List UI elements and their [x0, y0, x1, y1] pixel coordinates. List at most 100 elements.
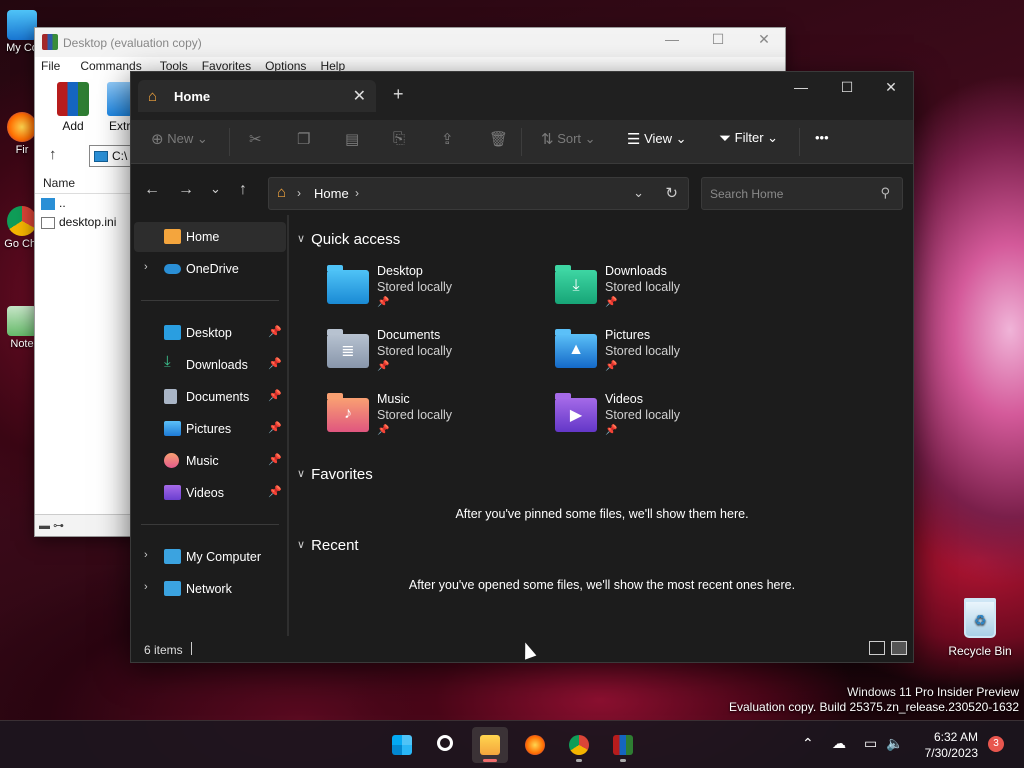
chevron-right-icon[interactable]: ›: [355, 186, 359, 200]
section-quick-access[interactable]: ∨ Quick access: [297, 231, 400, 248]
pin-icon: 📌: [268, 326, 282, 338]
explorer-navigation: ← → ⌄ ↑ ⌂ › Home › ⌄ ↻ ⚲: [131, 165, 913, 215]
new-button[interactable]: ⊕ New ⌄: [151, 130, 208, 154]
up-arrow-icon[interactable]: ↑: [49, 146, 57, 163]
tab-home[interactable]: ⌂ Home ✕: [138, 80, 376, 112]
forward-button[interactable]: →: [178, 181, 194, 199]
active-indicator: [483, 759, 497, 762]
address-bar[interactable]: ⌂ › Home › ⌄ ↻: [268, 177, 689, 210]
chevron-right-icon: ›: [297, 186, 301, 200]
share-button[interactable]: ⇪: [441, 130, 454, 154]
sidebar-item-my-computer[interactable]: › My Computer: [134, 542, 286, 572]
sidebar-item-downloads[interactable]: ⤓ Downloads 📌: [134, 350, 286, 380]
quick-access-music[interactable]: ♪ Music Stored locally 📌: [327, 392, 527, 452]
quick-access-pictures[interactable]: ▲ Pictures Stored locally 📌: [555, 328, 755, 388]
copy-button[interactable]: ❐: [297, 130, 310, 154]
breadcrumb[interactable]: Home: [314, 186, 349, 201]
chevron-right-icon[interactable]: ›: [144, 261, 148, 273]
minimize-button[interactable]: —: [778, 76, 824, 104]
desktop-folder-icon: [164, 325, 181, 340]
minimize-button[interactable]: —: [649, 31, 695, 53]
notification-badge[interactable]: 3: [988, 736, 1004, 752]
quick-access-documents[interactable]: ≣ Documents Stored locally 📌: [327, 328, 527, 388]
section-recent[interactable]: ∨ Recent: [297, 537, 359, 554]
quick-access-desktop[interactable]: Desktop Stored locally 📌: [327, 264, 527, 324]
view-list-icon: ☰: [627, 131, 641, 148]
sidebar-item-home[interactable]: Home: [134, 222, 286, 252]
sidebar-item-desktop[interactable]: Desktop 📌: [134, 318, 286, 348]
quick-access-videos[interactable]: ▶ Videos Stored locally 📌: [555, 392, 755, 452]
videos-folder-icon: ▶: [555, 393, 597, 432]
up-button[interactable]: ↑: [239, 181, 247, 199]
computer-icon: [164, 549, 181, 564]
pin-icon: 📌: [377, 425, 390, 436]
clock[interactable]: 6:32 AM 7/30/2023: [908, 729, 978, 761]
share-icon: ⇪: [441, 131, 454, 148]
search-button[interactable]: [429, 727, 465, 763]
section-favorites[interactable]: ∨ Favorites: [297, 466, 373, 483]
refresh-button[interactable]: ↻: [665, 184, 678, 202]
chevron-down-icon[interactable]: ⌄: [633, 185, 644, 201]
sidebar-item-pictures[interactable]: Pictures 📌: [134, 414, 286, 444]
start-button[interactable]: [384, 727, 420, 763]
chevron-up-icon[interactable]: ⌃: [802, 735, 814, 752]
plus-circle-icon: ⊕: [151, 131, 164, 148]
sort-button[interactable]: ⇅ Sort ⌄: [541, 130, 596, 154]
sidebar-item-music[interactable]: Music 📌: [134, 446, 286, 476]
sidebar-item-documents[interactable]: Documents 📌: [134, 382, 286, 412]
details-view-icon[interactable]: [869, 641, 885, 655]
search-input[interactable]: [702, 178, 862, 209]
winrar-column-name[interactable]: Name: [35, 172, 131, 194]
chrome-icon: [569, 735, 589, 755]
sidebar-divider: [141, 300, 279, 301]
pin-icon: 📌: [605, 297, 618, 308]
taskbar: ⌃ ☁ ▭ 🔈 6:32 AM 7/30/2023 3: [0, 720, 1024, 768]
winrar-titlebar[interactable]: Desktop (evaluation copy) — ☐ ✕: [35, 28, 785, 57]
chevron-right-icon[interactable]: ›: [144, 549, 148, 561]
filter-button[interactable]: ⏷ Filter ⌄: [719, 130, 778, 154]
close-button[interactable]: ✕: [741, 31, 787, 53]
menu-file[interactable]: File: [35, 57, 66, 75]
paste-button[interactable]: ▤: [345, 130, 359, 154]
chrome-icon: [7, 206, 37, 236]
taskbar-chrome[interactable]: [561, 727, 597, 763]
desktop-folder-icon: [327, 265, 369, 304]
winrar-file-list: .. desktop.ini: [39, 196, 116, 234]
sidebar-item-network[interactable]: › Network: [134, 574, 286, 604]
list-item[interactable]: ..: [39, 196, 116, 215]
sidebar-item-onedrive[interactable]: › OneDrive: [134, 254, 286, 284]
onedrive-offline-icon[interactable]: ☁: [832, 735, 846, 752]
document-icon: [164, 389, 177, 404]
download-icon: ⤓: [164, 353, 171, 370]
recent-locations-button[interactable]: ⌄: [210, 181, 221, 197]
list-item[interactable]: desktop.ini: [39, 215, 116, 234]
back-button[interactable]: ←: [144, 181, 160, 199]
search-icon: ⚲: [880, 185, 890, 200]
sidebar-item-videos[interactable]: Videos 📌: [134, 478, 286, 508]
scissors-icon: ✂: [249, 131, 262, 148]
taskbar-winrar[interactable]: [605, 727, 641, 763]
tiles-view-icon[interactable]: [891, 641, 907, 655]
network-icon[interactable]: ▭: [864, 735, 877, 752]
new-tab-button[interactable]: +: [393, 84, 404, 105]
file-explorer-window[interactable]: ⌂ Home ✕ + — ☐ ✕ ⊕ New ⌄ ✂ ❐ ▤ ⎘ ⇪ 🗑 ⇅ S…: [130, 71, 914, 663]
taskbar-firefox[interactable]: [517, 727, 553, 763]
documents-folder-icon: ≣: [327, 329, 369, 368]
close-button[interactable]: ✕: [868, 76, 914, 104]
desktop-icon-recycle-bin[interactable]: ♻ Recycle Bin: [945, 598, 1015, 658]
taskbar-file-explorer[interactable]: [472, 727, 508, 763]
music-folder-icon: ♪: [327, 393, 369, 432]
quick-access-downloads[interactable]: ⤓ Downloads Stored locally 📌: [555, 264, 755, 324]
view-button[interactable]: ☰ View ⌄: [627, 130, 687, 154]
maximize-button[interactable]: ☐: [695, 31, 741, 53]
chevron-right-icon[interactable]: ›: [144, 581, 148, 593]
delete-button[interactable]: 🗑: [489, 130, 508, 154]
pictures-icon: [164, 421, 181, 436]
volume-icon[interactable]: 🔈: [886, 735, 903, 752]
rename-button[interactable]: ⎘: [393, 130, 405, 154]
maximize-button[interactable]: ☐: [824, 76, 870, 104]
close-tab-button[interactable]: ✕: [353, 86, 366, 106]
more-options-button[interactable]: •••: [815, 130, 829, 154]
computer-icon: [7, 10, 37, 40]
cut-button[interactable]: ✂: [249, 130, 262, 154]
